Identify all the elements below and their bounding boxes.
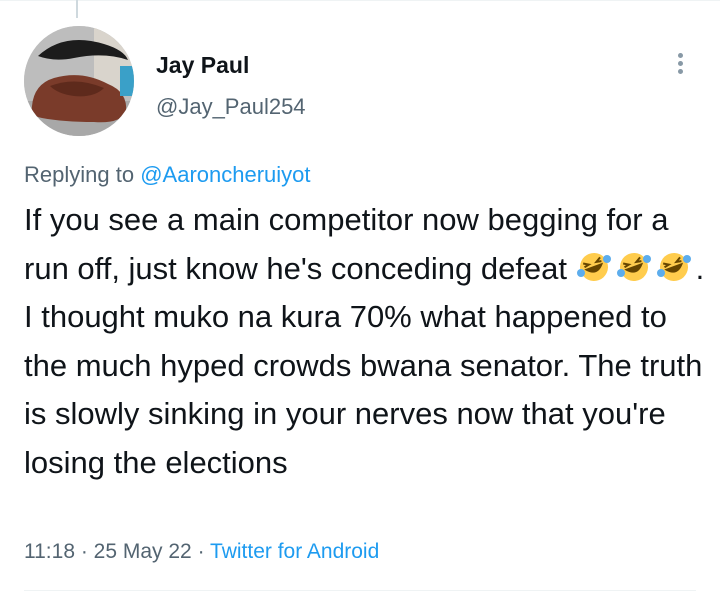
- replying-prefix: Replying to: [24, 162, 135, 187]
- rolling-on-the-floor-laughing-emoji-icon: [656, 252, 691, 281]
- shoe-photo-avatar-icon: [24, 26, 134, 136]
- avatar[interactable]: [24, 26, 134, 136]
- more-dot-icon: [677, 53, 683, 58]
- author-handle[interactable]: @Jay_Paul254: [156, 94, 306, 120]
- more-dot-icon: [677, 61, 683, 66]
- rolling-on-the-floor-laughing-emoji-icon: [576, 252, 611, 281]
- tweet-date[interactable]: 25 May 22: [94, 540, 192, 563]
- replying-to-line: Replying to @Aaroncheruiyot: [24, 162, 311, 188]
- meta-separator: ·: [75, 540, 94, 563]
- top-divider: [0, 0, 720, 1]
- more-dot-icon: [677, 69, 683, 74]
- bottom-divider: [24, 590, 696, 591]
- tweet-text-part1: If you see a main competitor now begging…: [24, 202, 669, 286]
- tweet-time[interactable]: 11:18: [24, 540, 75, 563]
- tweet-source-link[interactable]: Twitter for Android: [210, 540, 379, 563]
- rolling-on-the-floor-laughing-emoji-icon: [616, 252, 651, 281]
- author-display-name[interactable]: Jay Paul: [156, 52, 249, 79]
- tweet-metadata: 11:18 · 25 May 22 · Twitter for Android: [24, 540, 379, 564]
- thread-connector-line: [76, 0, 78, 18]
- more-options-button[interactable]: [668, 50, 692, 78]
- tweet-text: If you see a main competitor now begging…: [24, 196, 714, 488]
- reply-mention-link[interactable]: @Aaroncheruiyot: [140, 162, 310, 187]
- meta-separator: ·: [191, 540, 211, 563]
